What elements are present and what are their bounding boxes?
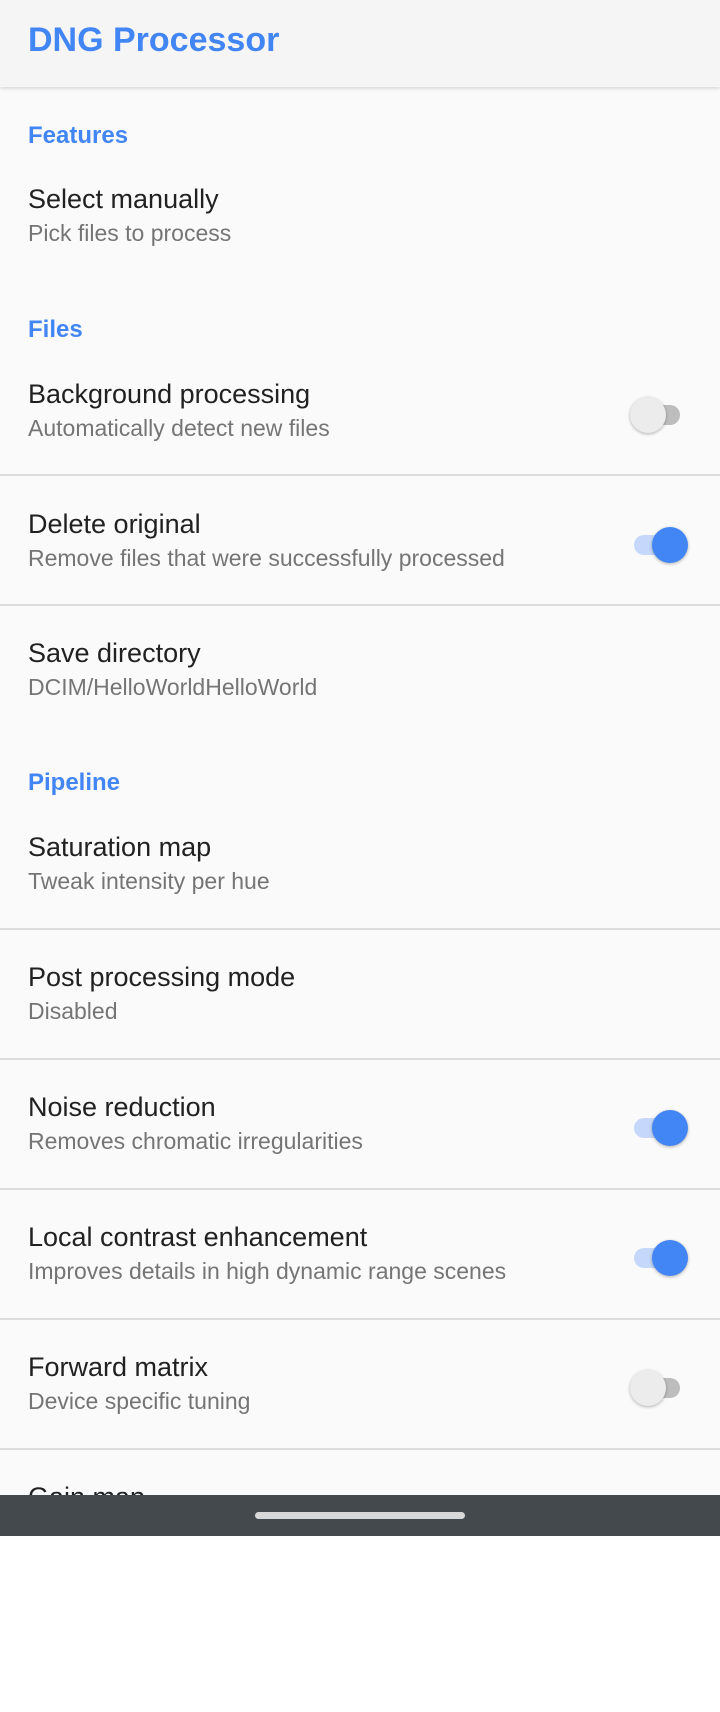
pref-summary: DCIM/HelloWorldHelloWorld [28,674,318,700]
pref-summary: Tweak intensity per hue [28,868,270,894]
pref-title: Save directory [28,638,201,668]
pref-saturation-map[interactable]: Saturation map Tweak intensity per hue [0,830,720,912]
pref-delete-original[interactable]: Delete original Remove files that were s… [0,507,720,589]
pref-gain-map[interactable]: Gain map [0,1480,720,1495]
pref-title: Saturation map [28,832,212,862]
divider [0,1188,720,1190]
divider [0,474,720,476]
divider [0,1058,720,1060]
pref-title: Forward matrix [28,1352,209,1382]
toggle-thumb [630,397,666,433]
pref-summary: Disabled [28,998,118,1024]
background-processing-toggle[interactable] [630,395,688,435]
pref-summary: Automatically detect new files [28,415,330,441]
toggle-thumb [652,1110,688,1146]
section-header-features: Features [28,122,129,149]
pref-summary: Device specific tuning [28,1388,251,1414]
section-header-files: Files [28,316,83,343]
pref-local-contrast-enhancement[interactable]: Local contrast enhancement Improves deta… [0,1220,720,1302]
system-navigation-bar [0,1495,720,1536]
pref-title: Gain map [28,1480,145,1495]
delete-original-toggle[interactable] [630,525,688,565]
pref-title: Delete original [28,509,201,539]
divider [0,604,720,606]
toggle-thumb [652,527,688,563]
pref-title: Background processing [28,379,311,409]
home-gesture-handle[interactable] [255,1512,465,1519]
pref-title: Post processing mode [28,962,296,992]
noise-reduction-toggle[interactable] [630,1108,688,1148]
toggle-thumb [630,1370,666,1406]
divider [0,1318,720,1320]
local-contrast-toggle[interactable] [630,1238,688,1278]
divider [0,928,720,930]
pref-summary: Pick files to process [28,220,232,246]
pref-title: Local contrast enhancement [28,1222,368,1252]
pref-background-processing[interactable]: Background processing Automatically dete… [0,377,720,459]
toggle-thumb [652,1240,688,1276]
divider [0,1448,720,1450]
pref-summary: Removes chromatic irregularities [28,1128,363,1154]
pref-post-processing-mode[interactable]: Post processing mode Disabled [0,960,720,1042]
pref-title: Select manually [28,184,219,214]
settings-list[interactable]: Features Select manually Pick files to p… [0,87,720,1495]
pref-forward-matrix[interactable]: Forward matrix Device specific tuning [0,1350,720,1432]
pref-summary: Remove files that were successfully proc… [28,545,505,571]
pref-save-directory[interactable]: Save directory DCIM/HelloWorldHelloWorld [0,636,720,718]
app-bar: DNG Processor [0,0,720,87]
pref-noise-reduction[interactable]: Noise reduction Removes chromatic irregu… [0,1090,720,1172]
pref-title: Noise reduction [28,1092,216,1122]
section-header-pipeline: Pipeline [28,769,121,796]
pref-select-manually[interactable]: Select manually Pick files to process [0,182,720,264]
app-title: DNG Processor [28,21,280,59]
pref-summary: Improves details in high dynamic range s… [28,1258,507,1284]
forward-matrix-toggle[interactable] [630,1368,688,1408]
